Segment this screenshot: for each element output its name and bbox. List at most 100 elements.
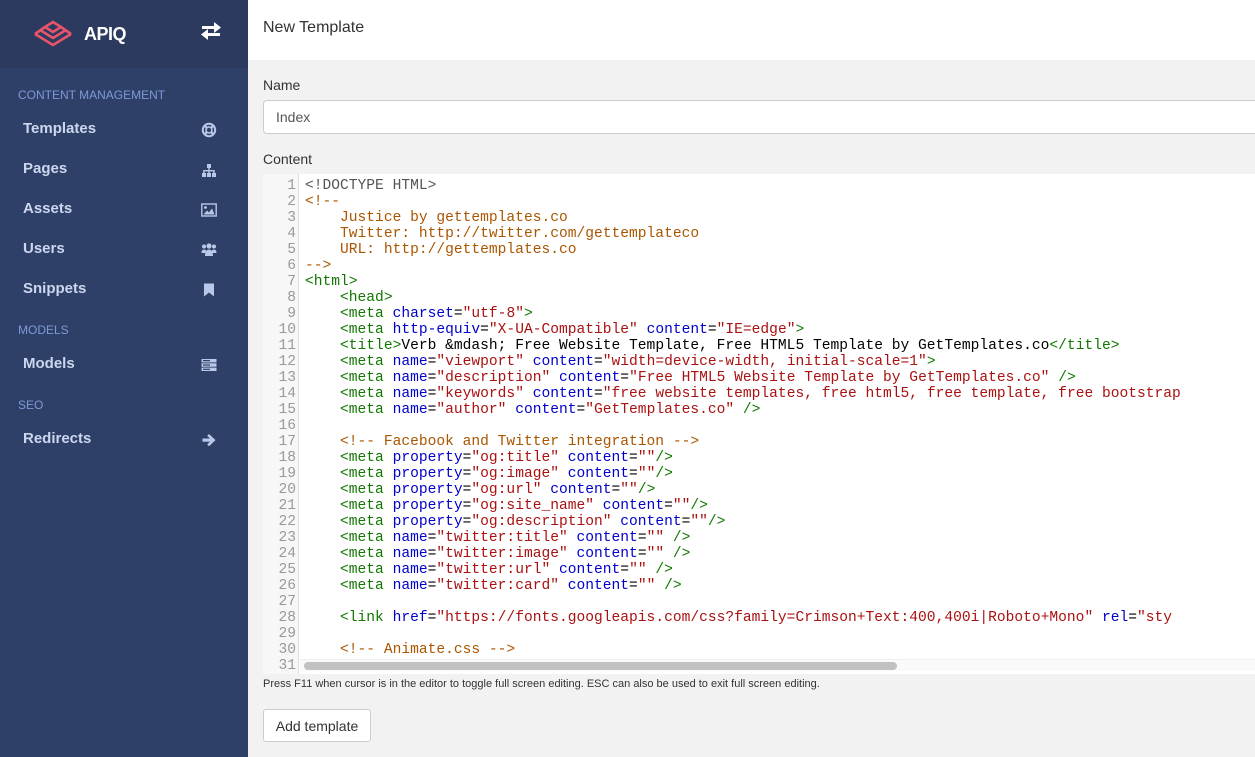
add-template-button[interactable]: Add template — [263, 709, 371, 742]
code-token: "twitter:url" — [436, 562, 551, 578]
horizontal-scrollbar[interactable] — [300, 659, 1255, 671]
section-label-content-management: CONTENT MANAGEMENT — [18, 88, 166, 102]
code-line[interactable]: 24 <meta name="twitter:image" content=""… — [263, 546, 1255, 562]
code-token: content — [550, 562, 621, 578]
sidebar-item-models[interactable]: Models — [0, 346, 248, 382]
code-token: "keywords" — [436, 386, 524, 402]
line-number: 7 — [287, 274, 296, 290]
code-line[interactable]: 18 <meta property="og:title" content=""/… — [263, 450, 1255, 466]
code-line[interactable]: 4 Twitter: http://twitter.com/gettemplat… — [263, 226, 1255, 242]
code-line[interactable]: 3 Justice by gettemplates.co — [263, 210, 1255, 226]
line-number: 16 — [278, 418, 296, 434]
line-number: 30 — [278, 642, 296, 658]
code-token: = — [629, 466, 638, 482]
code-token: "og:title" — [471, 450, 559, 466]
name-label: Name — [263, 77, 301, 93]
code-line[interactable]: 28 <link href = "https://fonts.googleapis.… — [263, 610, 1255, 626]
code-token: "og:url" — [471, 482, 542, 498]
code-lines[interactable]: 1 <!DOCTYPE HTML> 2 <!-- 3 Justice by gettem… — [263, 178, 1255, 674]
line-content: <head> — [305, 290, 393, 306]
code-line[interactable]: 17 <!-- Facebook and Twitter integration… — [263, 434, 1255, 450]
code-token: property — [392, 498, 463, 514]
code-token: = — [594, 386, 603, 402]
image-icon — [201, 203, 217, 217]
line-number: 23 — [278, 530, 296, 546]
code-line[interactable]: 16 — [263, 418, 1255, 434]
bookmark-icon — [204, 283, 214, 297]
code-line[interactable]: 25 <meta name="twitter:url" content="" /… — [263, 562, 1255, 578]
code-token: > — [795, 322, 805, 338]
code-line[interactable]: 21 <meta property = "og:site_name" content… — [263, 498, 1255, 514]
code-line[interactable]: 29 — [263, 626, 1255, 642]
line-content: <meta property="og:description" content=… — [305, 514, 725, 530]
code-token: "sty — [1137, 610, 1173, 626]
code-line[interactable]: 26 <meta name="twitter:card" content="" … — [263, 578, 1255, 594]
code-token: property — [392, 466, 463, 482]
line-number: 9 — [287, 306, 296, 322]
code-line[interactable]: 23 <meta name="twitter:title" content=""… — [263, 530, 1255, 546]
code-token: <meta — [340, 306, 393, 322]
code-line[interactable]: 10 <meta http-equiv="X-UA-Compatible" co… — [263, 322, 1255, 338]
code-token: Justice by gettemplates.co — [305, 210, 568, 226]
code-line[interactable]: 7 <html> — [263, 274, 1255, 290]
code-token: Verb &mdash; Free Website Template, Free… — [401, 338, 1050, 354]
brand-bar: APIQ — [0, 0, 248, 68]
code-line[interactable]: 11 <title>Verb &mdash; Free Website Temp… — [263, 338, 1255, 354]
sidebar-item-label: Assets — [23, 200, 73, 217]
code-token: /> — [655, 578, 682, 594]
code-line[interactable]: 8 <head> — [263, 290, 1255, 306]
code-line[interactable]: 14 <meta name="keywords" content="free w… — [263, 386, 1255, 402]
sidebar-item-label: Templates — [23, 120, 97, 137]
sitemap-icon — [202, 164, 216, 177]
scrollbar-thumb[interactable] — [304, 662, 897, 670]
sidebar-item-users[interactable]: Users — [0, 231, 248, 267]
code-token: content — [541, 482, 612, 498]
code-line[interactable]: 15 <meta name="author" content="GetTempl… — [263, 402, 1255, 418]
sidebar-item-templates[interactable]: Templates — [0, 111, 248, 147]
line-number: 29 — [278, 626, 296, 642]
code-token: name — [392, 530, 428, 546]
line-number: 12 — [278, 354, 296, 370]
code-token: = — [1128, 610, 1137, 626]
line-content: Twitter: http://twitter.com/gettemplatec… — [305, 226, 699, 242]
line-number: 26 — [278, 578, 296, 594]
code-line[interactable]: 13 <meta name="description" content="Fre… — [263, 370, 1255, 386]
sidebar-item-pages[interactable]: Pages — [0, 151, 248, 187]
sidebar-item-snippets[interactable]: Snippets — [0, 271, 248, 307]
code-line[interactable]: 6 --> — [263, 258, 1255, 274]
sidebar-item-redirects[interactable]: Redirects — [0, 421, 248, 457]
sidebar-item-label: Models — [23, 355, 75, 372]
code-line[interactable]: 30 <!-- Animate.css --> — [263, 642, 1255, 658]
exchange-icon[interactable] — [200, 22, 222, 40]
code-line[interactable]: 5 URL: http://gettemplates.co — [263, 242, 1255, 258]
code-line[interactable]: 9 <meta charset="utf-8"> — [263, 306, 1255, 322]
name-input[interactable] — [263, 100, 1255, 134]
code-token: "og:site_name" — [471, 498, 595, 514]
code-token: name — [392, 402, 428, 418]
code-token: property — [392, 482, 463, 498]
section-label-seo: SEO — [18, 398, 44, 412]
code-token: = — [664, 498, 673, 514]
line-number: 19 — [278, 466, 296, 482]
code-line[interactable]: 2 <!-- — [263, 194, 1255, 210]
code-token: = — [637, 530, 647, 546]
code-line[interactable]: 1 <!DOCTYPE HTML> — [263, 178, 1255, 194]
line-content: <meta property="og:site_name" content=""… — [305, 498, 708, 514]
line-content: <meta property="og:image" content=""/> — [305, 466, 673, 482]
code-line[interactable]: 19 <meta property="og:image" content=""/… — [263, 466, 1255, 482]
code-line[interactable]: 22 <meta property="og:description" conte… — [263, 514, 1255, 530]
line-number: 10 — [278, 322, 296, 338]
code-line[interactable]: 12 <meta name="viewport" content="width=… — [263, 354, 1255, 370]
line-content: <link href = "https://fonts.googleapis.com… — [305, 610, 1172, 626]
code-token: <meta — [340, 578, 393, 594]
code-line[interactable]: 27 — [263, 594, 1255, 610]
code-line[interactable]: 20 <meta property="og:url" content=""/> — [263, 482, 1255, 498]
section-label-models: MODELS — [18, 323, 69, 337]
code-editor[interactable]: 1 <!DOCTYPE HTML> 2 <!-- 3 Justice by gettem… — [263, 174, 1255, 674]
code-token: = — [576, 402, 586, 418]
sidebar-item-assets[interactable]: Assets — [0, 191, 248, 227]
